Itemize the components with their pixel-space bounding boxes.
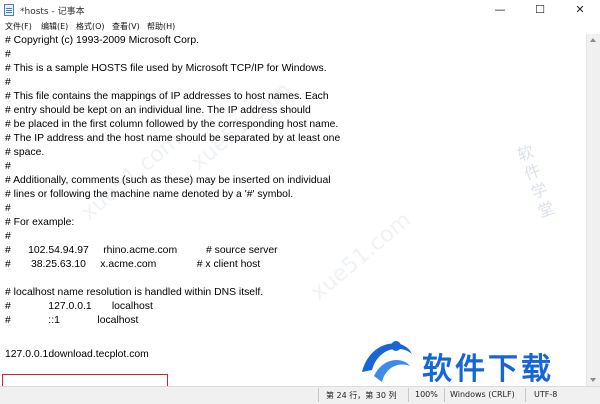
text-line: # lines or following the machine name de…: [5, 189, 294, 200]
menu-view[interactable]: 查看(V): [112, 21, 140, 32]
text-line: # ::1 localhost: [5, 315, 139, 326]
text-line: #: [5, 161, 11, 172]
menu-format[interactable]: 格式(O): [76, 21, 105, 32]
notepad-icon: [4, 4, 14, 16]
menu-bar: 文件(F) 编辑(E) 格式(O) 查看(V) 帮助(H): [0, 20, 600, 34]
text-line: # For example:: [5, 217, 75, 228]
scroll-up-icon[interactable]: [590, 38, 596, 42]
text-line: # Copyright (c) 1993-2009 Microsoft Corp…: [5, 35, 200, 46]
title-bar: *hosts - 记事本 — ☐ ✕: [0, 0, 600, 21]
text-line: # space.: [5, 147, 45, 158]
text-line: #: [5, 49, 11, 60]
text-line: # entry should be kept on an individual …: [5, 105, 311, 116]
edited-hosts-entry: 127.0.0.1download.tecplot.com: [5, 349, 149, 360]
menu-help[interactable]: 帮助(H): [147, 21, 175, 32]
window-title: *hosts - 记事本: [20, 7, 85, 17]
watermark-text: xue51.com: [306, 207, 417, 306]
text-line: # The IP address and the host name shoul…: [5, 133, 341, 144]
site-logo: 软件下载: [352, 332, 600, 394]
text-line: # 38.25.63.10 x.acme.com # x client host: [5, 259, 261, 270]
text-line: #: [5, 77, 11, 88]
text-line: # localhost name resolution is handled w…: [5, 287, 264, 298]
maximize-button[interactable]: ☐: [520, 0, 560, 20]
text-line: # 102.54.94.97 rhino.acme.com # source s…: [5, 245, 278, 256]
text-line: # 127.0.0.1 localhost: [5, 301, 153, 312]
text-line: # This file contains the mappings of IP …: [5, 91, 329, 102]
logo-text: 软件下载: [422, 352, 554, 387]
menu-file[interactable]: 文件(F): [5, 21, 32, 32]
text-line: #: [5, 231, 11, 242]
text-line: # be placed in the first column followed…: [5, 119, 339, 130]
text-line: #: [5, 203, 11, 214]
text-line: # This is a sample HOSTS file used by Mi…: [5, 63, 327, 74]
menu-edit[interactable]: 编辑(E): [41, 21, 68, 32]
text-line: # Additionally, comments (such as these)…: [5, 175, 331, 186]
close-button[interactable]: ✕: [560, 0, 600, 20]
swirl-logo-icon: [362, 341, 412, 382]
status-divider: [318, 388, 319, 402]
minimize-button[interactable]: —: [480, 0, 520, 20]
